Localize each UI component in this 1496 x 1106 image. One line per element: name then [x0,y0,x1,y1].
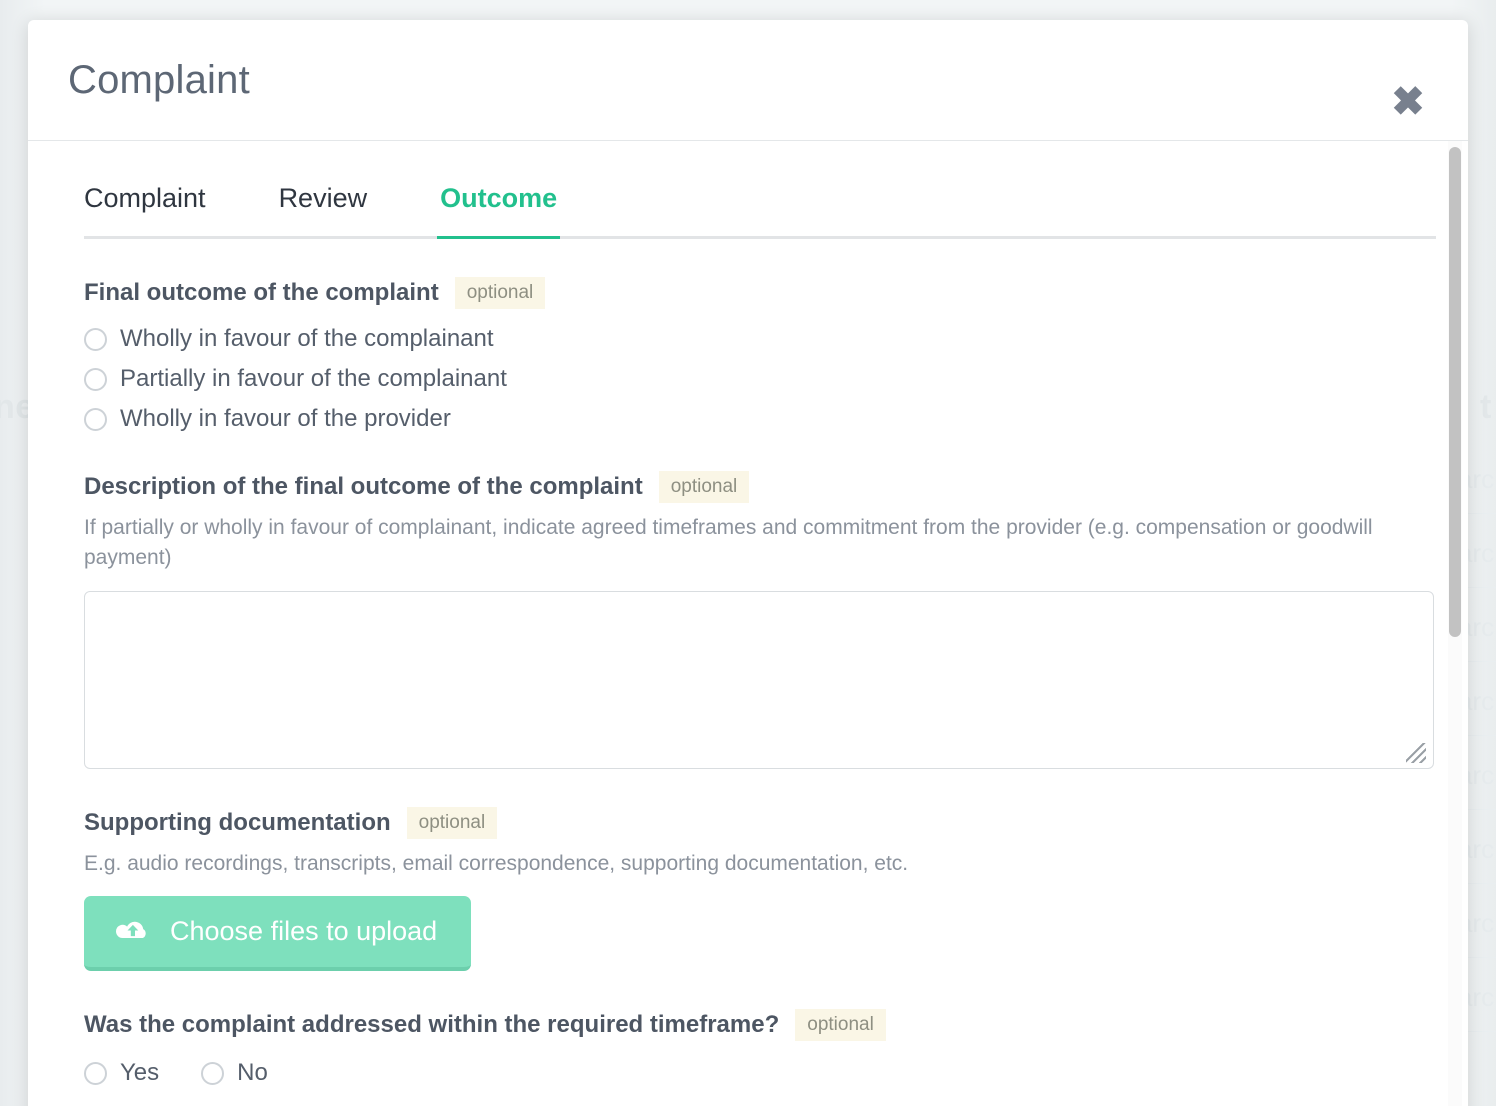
final-outcome-label-row: Final outcome of the complaint optional [84,277,1432,309]
radio-circle-icon[interactable] [84,367,107,391]
radio-label: Partially in favour of the complainant [120,365,507,392]
supporting-doc-label: Supporting documentation [84,808,391,836]
tab-outcome[interactable]: Outcome [437,183,561,239]
optional-badge: optional [658,471,750,503]
radio-option-yes[interactable]: Yes [84,1059,159,1087]
cloud-upload-icon [116,919,150,945]
tab-review[interactable]: Review [279,183,368,236]
optional-badge: optional [406,806,498,839]
description-textarea[interactable] [84,590,1434,769]
modal-scrollbar-thumb[interactable] [1449,147,1461,637]
radio-label: Wholly in favour of the complainant [120,325,494,352]
timeframe-label-row: Was the complaint addressed within the r… [84,1009,1432,1042]
radio-option-no[interactable]: No [201,1059,268,1087]
description-textarea-wrap [84,590,1434,769]
complaint-modal: Complaint ✖ Complaint Review Outcome Fin… [28,20,1468,1106]
modal-scrollbar-track[interactable] [1448,141,1462,1106]
optional-badge: optional [795,1009,886,1042]
modal-header: Complaint ✖ [28,20,1468,141]
modal-body: Complaint Review Outcome Final outcome o… [28,141,1468,1106]
radio-option-partially-complainant[interactable]: Partially in favour of the complainant [84,365,1432,393]
optional-badge: optional [454,277,546,309]
choose-files-label: Choose files to upload [170,916,438,947]
radio-label: Wholly in favour of the provider [120,405,451,432]
question-supporting-documentation: Supporting documentation optional E.g. a… [84,806,1432,972]
choose-files-button[interactable]: Choose files to upload [84,896,472,972]
tab-bar: Complaint Review Outcome [84,183,1436,239]
radio-circle-icon[interactable] [201,1061,225,1085]
page-title: Complaint [68,58,250,102]
tab-complaint[interactable]: Complaint [84,183,206,236]
final-outcome-label: Final outcome of the complaint [84,279,439,306]
radio-label: No [237,1059,268,1087]
radio-label: Yes [120,1059,160,1087]
description-label-row: Description of the final outcome of the … [84,471,1432,503]
background-right-text: t u [1480,388,1496,426]
supporting-doc-label-row: Supporting documentation optional [84,806,1432,839]
timeframe-radio-group: Yes No [84,1059,1432,1087]
timeframe-label: Was the complaint addressed within the r… [84,1011,780,1039]
question-description: Description of the final outcome of the … [84,471,1434,769]
description-help-text: If partially or wholly in favour of comp… [84,516,1373,569]
radio-option-wholly-provider[interactable]: Wholly in favour of the provider [84,405,1432,433]
radio-option-wholly-complainant[interactable]: Wholly in favour of the complainant [84,325,1432,353]
radio-circle-icon[interactable] [84,327,107,351]
supporting-doc-help-text: E.g. audio recordings, transcripts, emai… [84,851,909,875]
question-timeframe: Was the complaint addressed within the r… [84,1009,1432,1087]
description-label: Description of the final outcome of the … [84,473,643,500]
final-outcome-radio-group: Wholly in favour of the complainant Part… [84,325,1432,433]
radio-circle-icon[interactable] [84,407,107,431]
radio-circle-icon[interactable] [84,1061,107,1085]
question-final-outcome: Final outcome of the complaint optional … [84,277,1432,433]
close-icon[interactable]: ✖ [1386,80,1430,124]
